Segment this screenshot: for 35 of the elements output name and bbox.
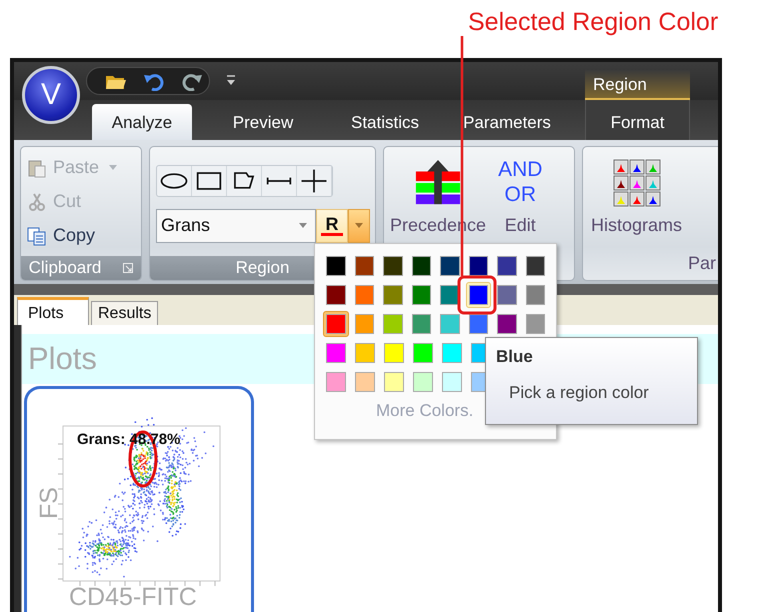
or-label[interactable]: OR <box>504 182 536 207</box>
caret-icon <box>299 223 307 228</box>
tooltip-title: Blue <box>496 347 533 367</box>
dialog-launcher-icon[interactable] <box>123 263 134 274</box>
region-color-button[interactable]: R <box>316 208 348 243</box>
color-dropdown-button[interactable] <box>348 208 370 243</box>
and-label[interactable]: AND <box>498 156 542 182</box>
ribbon-tab[interactable]: Parameters <box>450 104 564 140</box>
histograms-button-label[interactable]: Histograms <box>591 214 682 236</box>
scissors-icon <box>27 192 47 212</box>
y-axis-label: FS <box>35 487 63 520</box>
clipboard-button[interactable]: Copy <box>27 218 96 253</box>
caret-icon <box>109 165 118 170</box>
plots-title: Plots <box>28 341 97 378</box>
clipboard-icon <box>27 158 47 178</box>
ribbon-tab[interactable]: Analyze <box>92 104 192 140</box>
caret-icon <box>355 223 363 228</box>
x-axis-label: CD45-FITC <box>69 583 197 608</box>
group-label: Region <box>236 258 290 278</box>
copy-icon <box>27 226 47 246</box>
ribbon-tab[interactable]: Statistics <box>320 104 450 140</box>
document-tab[interactable]: Results <box>91 301 158 326</box>
ribbon-tab[interactable]: Preview <box>206 104 320 140</box>
tooltip-text: Pick a region color <box>509 383 649 403</box>
contextual-tab-group: Region <box>585 70 690 100</box>
histogram-grid-icon[interactable] <box>612 156 661 209</box>
ribbon-tab[interactable]: Format <box>585 100 690 140</box>
group-label: Clipboard <box>28 258 102 278</box>
callout-label: Selected Region Color <box>468 8 718 37</box>
customize-icon[interactable] <box>226 74 236 87</box>
edit-gates-button-label[interactable]: Edit <box>504 214 536 236</box>
highlight-frame <box>458 276 496 314</box>
document-tab[interactable]: Plots <box>17 297 89 326</box>
button-label[interactable]: Par <box>688 253 716 274</box>
region-combo[interactable]: Grans <box>156 208 316 243</box>
